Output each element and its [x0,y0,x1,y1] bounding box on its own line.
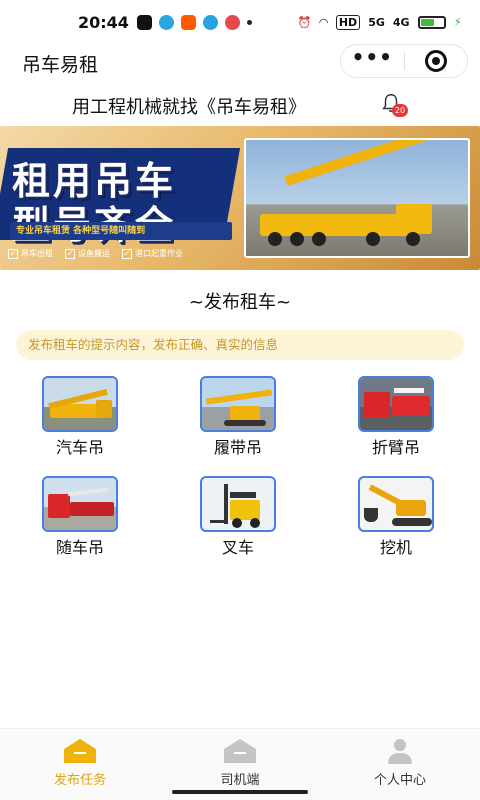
signal-5g: 5G [368,15,385,29]
truck-bed [392,396,430,416]
forklift-body [230,500,260,520]
signal-4g: 4G [392,15,410,29]
telegram-icon [202,14,218,30]
hd-label: HD [335,14,361,30]
tip-banner: 发布租车的提示内容，发布正确、真实的信息 [16,330,464,360]
battery-icon [417,15,446,29]
status-right: ⏰ ◠ HD 5G 4G ⚡ [297,14,462,30]
excavator-arm [368,484,402,506]
wheel [250,518,260,528]
status-time: 20:44 [78,12,129,32]
wheel [366,232,380,246]
crane-truck-cab [396,204,432,234]
banner-subline: 专业吊车租赁 各种型号随叫随到 [10,222,232,240]
banner-tags: ✓ 吊车出租 ✓ 设备搬运 ✓ 港口起重作业 [8,248,183,259]
section-title: ~发布租车~ [188,292,292,313]
category-label: 随车吊 [55,538,104,557]
category-crawler-crane[interactable]: 履带吊 [183,376,293,462]
wheel [232,518,242,528]
alarm-icon: ⏰ [297,15,312,29]
status-app-icons [136,14,252,30]
category-label: 叉车 [221,538,254,557]
banner-tag: ✓ 设备搬运 [65,248,110,259]
excavator-bucket [364,508,378,522]
page-title: 吊车易租 [22,54,99,76]
category-label: 挖机 [379,538,412,557]
forklift-roof [230,492,256,498]
tab-driver[interactable]: 司机端 [180,735,300,791]
banner-tag-label: 吊车出租 [21,249,53,258]
charging-icon: ⚡ [453,15,462,29]
truck-cab [48,494,70,518]
user-icon [388,739,412,764]
crawler-track [224,420,266,426]
category-label: 汽车吊 [55,438,104,457]
category-label: 履带吊 [213,438,262,457]
truck-cab [96,400,112,418]
forklift-image [200,476,276,532]
check-icon: ✓ [65,248,75,259]
crane-body [230,406,260,420]
home-icon [224,739,256,763]
home-icon [64,739,96,763]
wifi-icon: ◠ [319,15,328,29]
truck-bed [70,502,114,516]
check-icon: ✓ [122,248,132,259]
mini-program-capsule: ••• [340,44,468,78]
category-forklift[interactable]: 叉车 [183,476,293,562]
check-icon: ✓ [8,248,18,259]
excavator-body [396,500,426,516]
more-button[interactable]: ••• [341,45,404,77]
banner-tag-label: 港口起重作业 [135,249,183,258]
wheel [312,232,326,246]
banner-tag: ✓ 吊车出租 [8,248,53,259]
browser-icon [158,14,174,30]
tab-profile[interactable]: 个人中心 [340,735,460,791]
battery-level [420,18,434,26]
title-bar: 吊车易租 ••• [0,44,480,80]
crawler-track [392,518,432,526]
category-knuckle-boom-crane[interactable]: 折臂吊 [341,376,451,462]
crawler-crane-image [200,376,276,432]
target-icon [424,50,447,72]
category-label: 折臂吊 [371,438,420,457]
status-bar: 20:44 ⏰ ◠ HD 5G 4G ⚡ [0,0,480,44]
crane-boom [284,140,459,186]
promo-banner[interactable]: 租用吊车 型号齐全 专业吊车租赁 各种型号随叫随到 ✓吊车出租 ✓设备搬运 ✓港… [0,126,480,270]
wheel [290,232,304,246]
forklift-mast [224,484,228,524]
truck-mounted-crane-image [42,476,118,532]
tiktok-icon [136,14,152,30]
nav-label: 发布任务 [53,773,106,788]
home-indicator[interactable] [172,790,308,794]
category-excavator[interactable]: 挖机 [341,476,451,562]
knuckle-boom-crane-image [358,376,434,432]
nav-label: 司机端 [220,773,260,788]
dot-icon [246,19,252,25]
excavator-image [358,476,434,532]
slogan-row: 用工程机械就找《吊车易租》 20 [0,90,480,120]
wheel [268,232,282,246]
wheel [406,232,420,246]
category-truck-mounted-crane[interactable]: 随车吊 [25,476,135,562]
crane-photo [244,138,470,258]
banner-tag-label: 设备搬运 [78,249,110,258]
truck-cab [364,392,390,418]
taobao-icon [180,14,196,30]
notification-badge: 20 [392,104,408,117]
close-button[interactable] [405,45,468,77]
tab-publish-task[interactable]: 发布任务 [20,735,140,791]
boom [394,388,424,393]
camera-app-icon [224,14,240,30]
forklift-fork [210,520,226,523]
more-dots-icon: ••• [351,45,393,69]
truck-crane-image [42,376,118,432]
banner-tag: ✓ 港口起重作业 [122,248,183,259]
crane-truck-body [260,214,410,236]
nav-label: 个人中心 [373,773,426,788]
slogan-text: 用工程机械就找《吊车易租》 [72,97,306,118]
category-truck-crane[interactable]: 汽车吊 [25,376,135,462]
